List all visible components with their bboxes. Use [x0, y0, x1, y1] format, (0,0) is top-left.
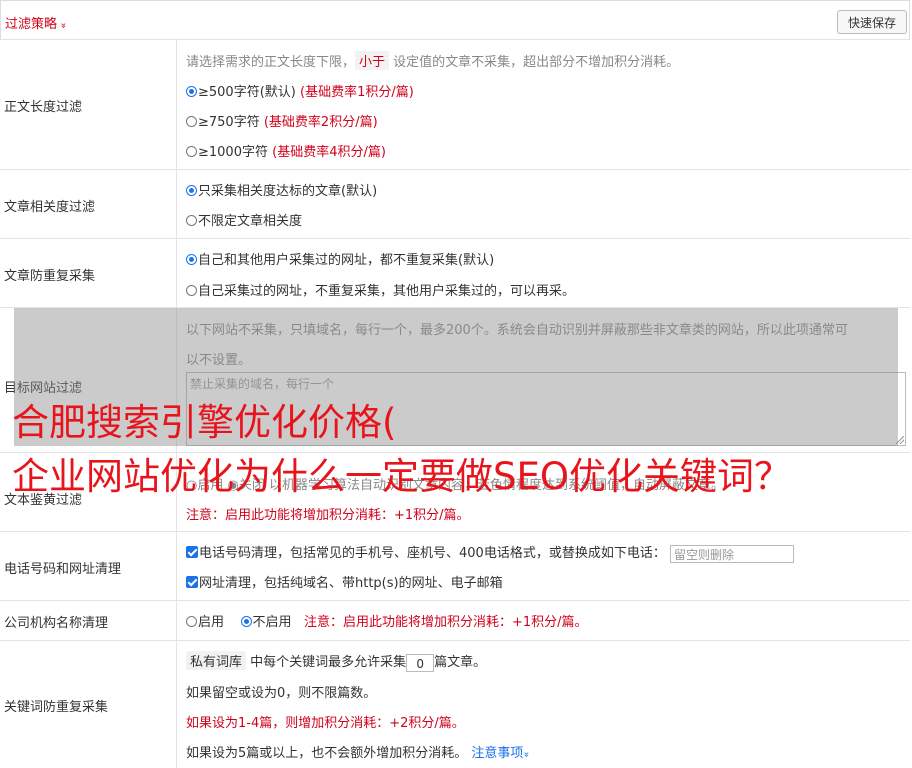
- company-disable-option[interactable]: 不启用: [240, 615, 292, 630]
- option-note: (基础费率4积分/篇): [272, 145, 386, 160]
- length-option-1000[interactable]: ≥1000字符 (基础费率4积分/篇): [186, 141, 386, 160]
- chevron-down-icon: »: [57, 22, 69, 29]
- radio-icon[interactable]: [186, 146, 197, 157]
- relevance-label: 文章相关度过滤: [4, 200, 96, 215]
- disable-text: 不启用: [252, 615, 292, 630]
- option-text: 不限定文章相关度: [198, 214, 303, 229]
- length-option-500[interactable]: ≥500字符(默认) (基础费率1积分/篇): [186, 81, 414, 100]
- option-text: ≥500字符(默认): [198, 85, 296, 100]
- phone-url-label: 电话号码和网址清理: [4, 562, 122, 577]
- dup-option-2[interactable]: 自己采集过的网址，不重复采集，其他用户采集过的，可以再采。: [186, 280, 575, 299]
- private-lexicon-tag[interactable]: 私有词库: [186, 651, 247, 670]
- url-clean-option[interactable]: 网址清理，包括纯域名、带http(s)的网址、电子邮箱: [186, 572, 503, 591]
- length-desc-pre: 请选择需求的正文长度下限，: [186, 55, 356, 70]
- chevron-down-icon: »: [521, 751, 532, 758]
- checkbox-checked-icon[interactable]: [186, 576, 198, 588]
- top-bar: 过滤策略» 快速保存: [0, 0, 910, 40]
- radio-icon[interactable]: [186, 616, 197, 627]
- replacement-phone-input[interactable]: 留空则删除: [669, 544, 794, 563]
- notice-link-text: 注意事项: [471, 746, 524, 761]
- option-text: ≥750字符: [198, 115, 260, 130]
- phone-clean-option[interactable]: 电话号码清理，包括常见的手机号、座机号、400电话格式，或替换成如下电话： 留空…: [186, 542, 794, 563]
- enable-text: 启用: [198, 615, 225, 630]
- less-than-tag: 小于: [355, 51, 390, 70]
- length-filter-desc: 请选择需求的正文长度下限， 小于 设定值的文章不采集，超出部分不增加积分消耗。: [186, 51, 679, 70]
- radio-icon[interactable]: [186, 215, 197, 226]
- filter-strategy-label: 过滤策略: [5, 17, 58, 32]
- company-enable-option[interactable]: 启用: [186, 615, 224, 630]
- radio-selected-icon[interactable]: [240, 616, 252, 627]
- radio-icon[interactable]: [186, 116, 197, 127]
- length-filter-label: 正文长度过滤: [4, 100, 83, 115]
- radio-selected-icon[interactable]: [186, 86, 197, 97]
- radio-selected-icon[interactable]: [186, 254, 197, 265]
- keyword-mid-text: 中每个关键词最多允许采集: [250, 655, 407, 670]
- relevance-option-1[interactable]: 只采集相关度达标的文章(默认): [186, 180, 377, 199]
- option-note: (基础费率1积分/篇): [300, 85, 414, 100]
- quick-save-button[interactable]: 快速保存: [837, 10, 907, 34]
- option-text: 自己和其他用户采集过的网址，都不重复采集(默认): [198, 253, 495, 268]
- length-desc-post: 设定值的文章不采集，超出部分不增加积分消耗。: [393, 55, 680, 70]
- max-articles-value: 0: [416, 656, 424, 671]
- url-clean-text: 网址清理，包括纯域名、带http(s)的网址、电子邮箱: [199, 576, 503, 591]
- keyword-end-text: 篇文章。: [434, 655, 487, 670]
- company-label: 公司机构名称清理: [4, 616, 109, 631]
- option-text: 只采集相关度达标的文章(默认): [198, 184, 378, 199]
- headline-line-2: 企业网站优化为什么一定要做SEO优化关键词？: [12, 455, 791, 498]
- radio-icon[interactable]: [186, 285, 197, 296]
- keyword-line-3: 如果设为1-4篇，则增加积分消耗：+2积分/篇。: [186, 716, 465, 731]
- option-note: (基础费率2积分/篇): [263, 115, 378, 130]
- company-options: 启用 不启用 注意：启用此功能将增加积分消耗：+1积分/篇。: [186, 611, 588, 630]
- option-text: ≥1000字符: [198, 145, 268, 160]
- row-relevance: [0, 170, 910, 239]
- length-option-750[interactable]: ≥750字符 (基础费率2积分/篇): [186, 111, 378, 130]
- keyword-line-4-text: 如果设为5篇或以上，也不会额外增加积分消耗。: [186, 746, 468, 761]
- dup-collect-label: 文章防重复采集: [4, 269, 96, 284]
- phone-clean-text: 电话号码清理，包括常见的手机号、座机号、400电话格式，或替换成如下电话：: [199, 546, 666, 561]
- company-note: 注意：启用此功能将增加积分消耗：+1积分/篇。: [303, 615, 588, 630]
- radio-selected-icon[interactable]: [186, 185, 197, 196]
- filter-strategy-toggle[interactable]: 过滤策略»: [5, 13, 69, 32]
- porn-filter-note: 注意：启用此功能将增加积分消耗：+1积分/篇。: [186, 508, 470, 523]
- max-articles-input[interactable]: 0: [406, 653, 435, 672]
- relevance-option-2[interactable]: 不限定文章相关度: [186, 210, 302, 229]
- dup-option-1[interactable]: 自己和其他用户采集过的网址，都不重复采集(默认): [186, 249, 494, 268]
- phone-input-placeholder: 留空则删除: [673, 547, 734, 562]
- keyword-line-4: 如果设为5篇或以上，也不会额外增加积分消耗。 注意事项»: [186, 742, 532, 761]
- keyword-label: 关键词防重复采集: [4, 700, 109, 715]
- notice-link[interactable]: 注意事项»: [471, 746, 532, 761]
- option-text: 自己采集过的网址，不重复采集，其他用户采集过的，可以再采。: [198, 284, 576, 299]
- checkbox-checked-icon[interactable]: [186, 546, 198, 558]
- keyword-line-2: 如果留空或设为0，则不限篇数。: [186, 686, 377, 701]
- headline-line-1: 合肥搜索引擎优化价格(: [12, 401, 397, 444]
- keyword-line-1: 私有词库 中每个关键词最多允许采集 0 篇文章。: [186, 651, 486, 672]
